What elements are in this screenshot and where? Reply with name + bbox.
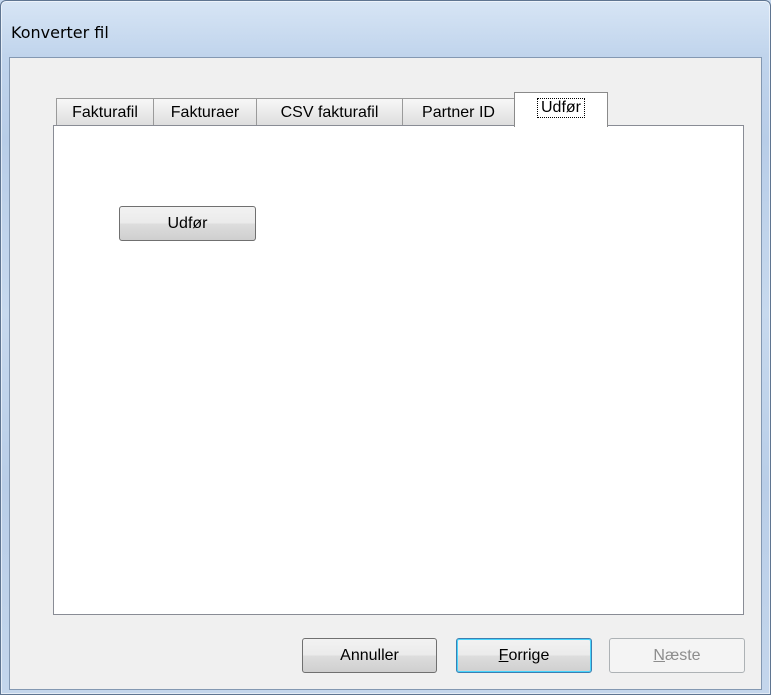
tab-label: Fakturafil (72, 104, 138, 121)
tab-csv-fakturafil[interactable]: CSV fakturafil (256, 98, 403, 125)
next-mnemonic: N (653, 647, 665, 664)
tab-label: Udfør (537, 98, 585, 118)
execute-button-label: Udfør (167, 215, 208, 232)
tab-fakturafil[interactable]: Fakturafil (56, 98, 154, 125)
tab-label: Fakturaer (170, 104, 240, 121)
dialog-client-area: Fakturafil Fakturaer CSV fakturafil Part… (9, 57, 762, 690)
cancel-button[interactable]: Annuller (302, 638, 437, 673)
tab-fakturaer[interactable]: Fakturaer (153, 98, 257, 125)
execute-button[interactable]: Udfør (119, 206, 256, 241)
tab-partner-id[interactable]: Partner ID (402, 98, 515, 125)
tab-label: Partner ID (422, 104, 495, 121)
dialog-window: Konverter fil Fakturafil Fakturaer CSV f… (0, 0, 771, 695)
cancel-button-label: Annuller (340, 647, 399, 664)
next-button[interactable]: Næste (609, 638, 745, 673)
previous-mnemonic: F (498, 647, 509, 664)
previous-button-label: orrige (508, 647, 550, 664)
tab-label: CSV fakturafil (280, 104, 379, 121)
next-button-label: æste (664, 647, 701, 664)
window-title: Konverter fil (11, 23, 109, 42)
previous-button[interactable]: Forrige (456, 638, 592, 673)
tab-page-udfor: Udfør (53, 125, 744, 615)
tab-udfor[interactable]: Udfør (514, 92, 608, 127)
